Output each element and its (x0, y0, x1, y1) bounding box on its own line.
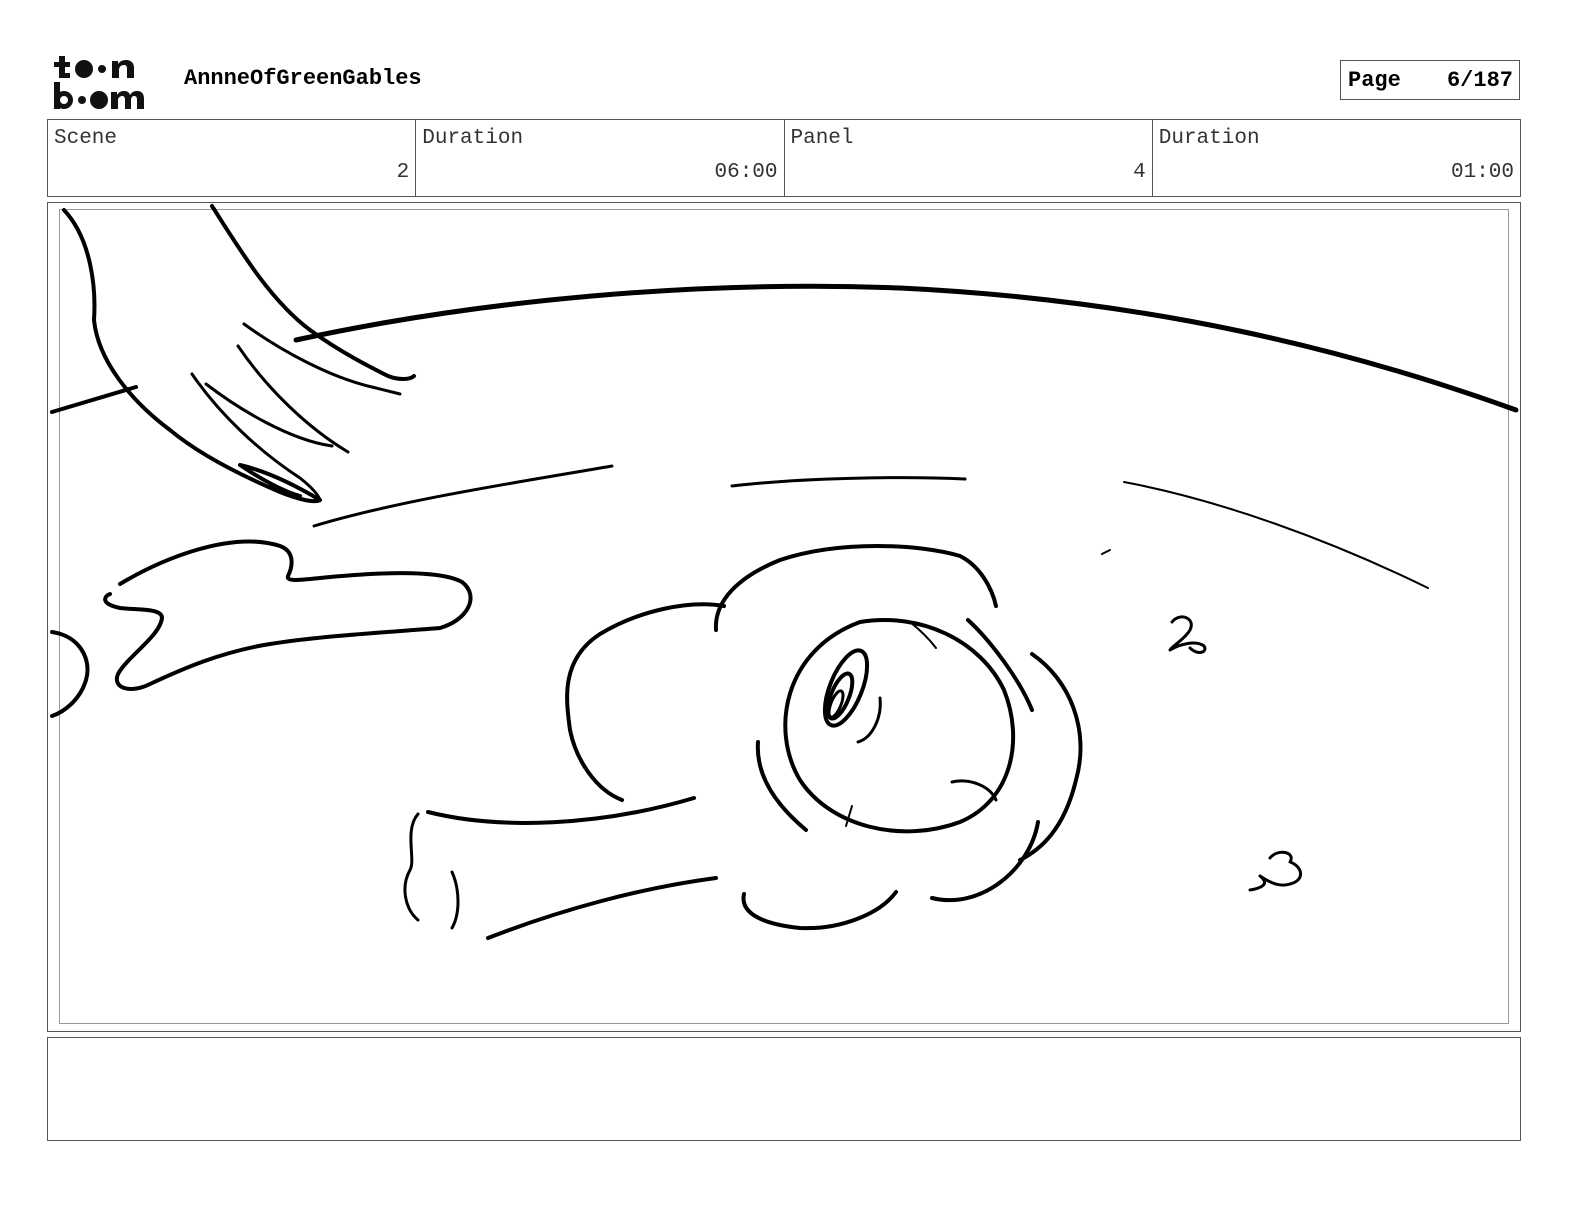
scene-value: 2 (396, 161, 410, 184)
character-body-sketch (565, 602, 726, 802)
panel-notes-box (47, 1037, 1521, 1141)
panel-duration-label: Duration (1158, 127, 1260, 150)
scene-duration-label: Duration (422, 127, 524, 150)
scene-duration-value: 06:00 (714, 161, 778, 184)
squiggle-mark (1248, 850, 1302, 892)
horizon-arc-line (293, 283, 1519, 413)
squiggle-mark (1168, 615, 1207, 654)
storyboard-sketch (50, 204, 1519, 940)
panel-cell: Panel 4 (783, 120, 1152, 196)
project-title: AnnneOfGreenGables (184, 66, 422, 91)
panel-duration-value: 01:00 (1450, 161, 1514, 184)
panel-label: Panel (790, 127, 854, 150)
page-label: Page (1348, 68, 1401, 93)
leaf-sketch (103, 539, 473, 691)
toon-boom-logo (54, 56, 144, 109)
page-number: 6/187 (1446, 68, 1513, 93)
character-eye-sketch (822, 648, 870, 728)
scene-duration-cell: Duration 06:00 (415, 120, 783, 196)
panel-duration-cell: Duration 01:00 (1151, 120, 1520, 196)
page-indicator: Page 6/187 (1340, 60, 1520, 100)
scene-label: Scene (54, 127, 118, 150)
panel-info-table: Scene 2 Duration 06:00 Panel 4 Duration … (47, 119, 1521, 197)
panel-value: 4 (1133, 161, 1146, 184)
scene-cell: Scene 2 (48, 120, 415, 196)
hand-sketch (62, 208, 322, 504)
character-head-sketch (783, 617, 1016, 834)
horizon-left-line (50, 385, 138, 414)
